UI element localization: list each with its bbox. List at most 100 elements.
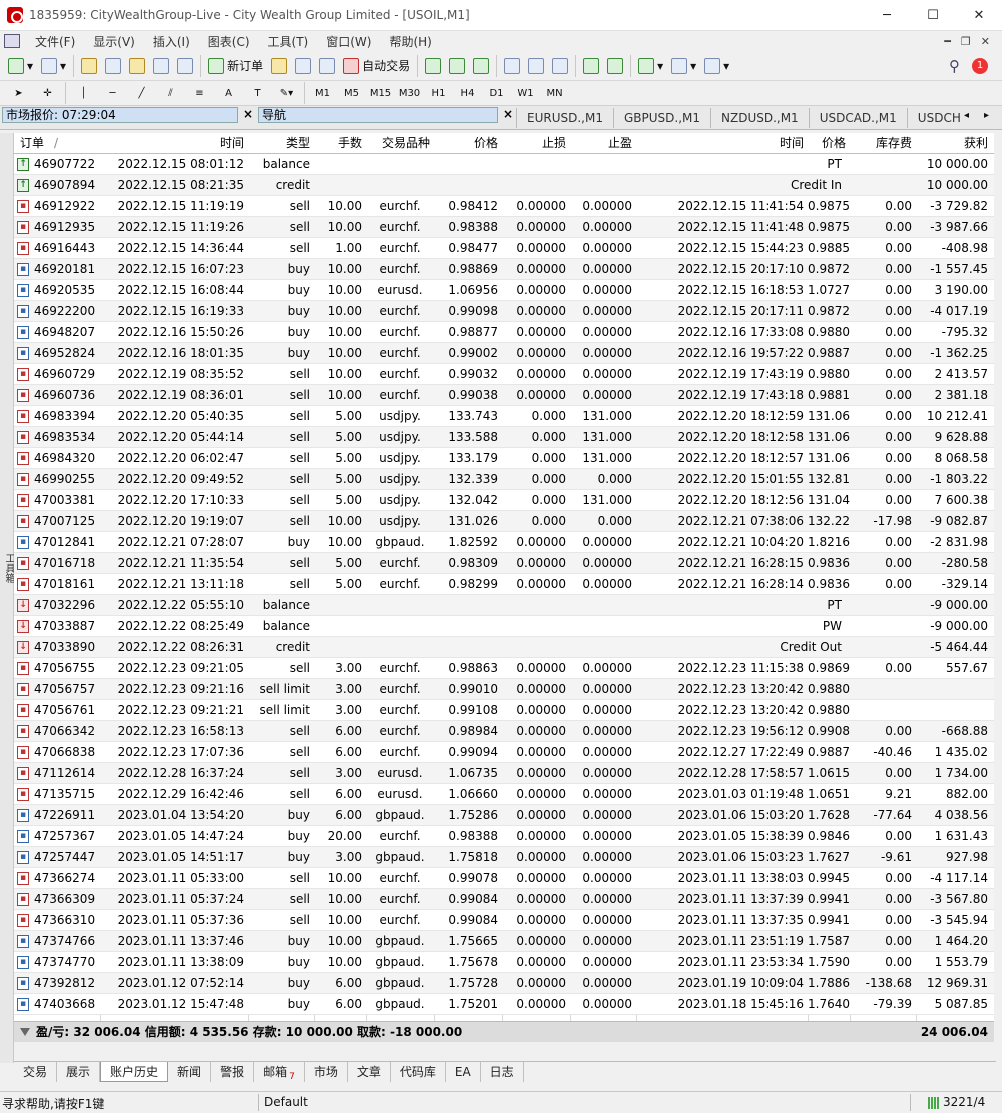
- column-header-lots[interactable]: 手数: [314, 133, 366, 154]
- tab-scroll-left-icon[interactable]: ◂: [964, 110, 969, 121]
- candle-chart-button[interactable]: [445, 55, 469, 77]
- column-header-swap[interactable]: 库存费: [850, 133, 916, 154]
- table-row[interactable]: ▪ 47056761 2022.12.23 09:21:21 sell limit 3.…: [14, 700, 994, 721]
- column-header-close-time[interactable]: 时间: [636, 133, 808, 154]
- strategy-tester-button[interactable]: [173, 55, 197, 77]
- bar-chart-button[interactable]: [421, 55, 445, 77]
- menu-file[interactable]: 文件(F): [26, 33, 84, 50]
- menu-insert[interactable]: 插入(I): [144, 33, 199, 50]
- chart-tab-eurusd[interactable]: EURUSD.,M1: [516, 108, 613, 128]
- navigator-close-icon[interactable]: ×: [503, 107, 513, 121]
- timeframe-m1[interactable]: M1: [308, 83, 337, 103]
- tab-experts[interactable]: EA: [446, 1062, 481, 1082]
- tab-exposure[interactable]: 展示: [57, 1062, 101, 1082]
- column-header-profit[interactable]: 获利: [916, 133, 992, 154]
- table-row[interactable]: ↓ 47033890 2022.12.22 08:26:31 credit Credit…: [14, 637, 994, 658]
- fibonacci-tool[interactable]: ≡: [185, 83, 214, 103]
- vertical-line-tool[interactable]: │: [69, 83, 98, 103]
- table-row[interactable]: ↑ 46907894 2022.12.15 08:21:35 credit Credit…: [14, 175, 994, 196]
- menu-tools[interactable]: 工具(T): [259, 33, 318, 50]
- table-row[interactable]: ▪ 47374766 2023.01.11 13:37:46 buy 10.00 gbpa…: [14, 931, 994, 952]
- crosshair-tool[interactable]: ✛: [33, 83, 62, 103]
- table-row[interactable]: ▪ 47226911 2023.01.04 13:54:20 buy 6.00 gbpau…: [14, 805, 994, 826]
- mdi-system-icon[interactable]: [4, 34, 20, 48]
- table-row[interactable]: ▪ 46952824 2022.12.16 18:01:35 buy 10.00 eurc…: [14, 343, 994, 364]
- menu-help[interactable]: 帮助(H): [380, 33, 440, 50]
- table-row[interactable]: ▪ 46960736 2022.12.19 08:36:01 sell 10.00 eur…: [14, 385, 994, 406]
- chart-tab-gbpusd[interactable]: GBPUSD.,M1: [612, 108, 710, 128]
- table-row[interactable]: ▪ 47066838 2022.12.23 17:07:36 sell 6.00 eurc…: [14, 742, 994, 763]
- text-tool[interactable]: A: [214, 83, 243, 103]
- table-row[interactable]: ▪ 46984320 2022.12.20 06:02:47 sell 5.00 usdj…: [14, 448, 994, 469]
- tab-mailbox[interactable]: 邮箱 7: [254, 1062, 305, 1082]
- table-row[interactable]: ▪ 47392812 2023.01.12 07:52:14 buy 6.00 gbpau…: [14, 973, 994, 994]
- templates-button[interactable]: ▾: [700, 55, 733, 77]
- terminal-button[interactable]: [149, 55, 173, 77]
- periods-button[interactable]: ▾: [667, 55, 700, 77]
- chart-shift-button[interactable]: [603, 55, 627, 77]
- table-row[interactable]: ▪ 46912922 2022.12.15 11:19:19 sell 10.00 eur…: [14, 196, 994, 217]
- market-watch-close-icon[interactable]: ×: [243, 107, 253, 121]
- column-header-stop-loss[interactable]: 止损: [502, 133, 570, 154]
- vps-button[interactable]: [315, 55, 339, 77]
- market-watch-button[interactable]: [77, 55, 101, 77]
- tile-windows-button[interactable]: [548, 55, 572, 77]
- table-row[interactable]: ▪ 46920181 2022.12.15 16:07:23 buy 10.00 eurc…: [14, 259, 994, 280]
- table-row[interactable]: ▪ 47016718 2022.12.21 11:35:54 sell 5.00 eurc…: [14, 553, 994, 574]
- tab-code-base[interactable]: 代码库: [391, 1062, 446, 1082]
- column-header-type[interactable]: 类型: [248, 133, 314, 154]
- timeframe-d1[interactable]: D1: [482, 83, 511, 103]
- auto-scroll-button[interactable]: [579, 55, 603, 77]
- column-header-open-time[interactable]: 时间: [100, 133, 248, 154]
- table-row[interactable]: ▪ 47257447 2023.01.05 14:51:17 buy 3.00 gbpau…: [14, 847, 994, 868]
- notification-icon[interactable]: 1: [972, 57, 988, 74]
- table-row[interactable]: ↑ 46907722 2022.12.15 08:01:12 balance PT 10 …: [14, 154, 994, 175]
- table-row[interactable]: ▪ 47366310 2023.01.11 05:37:36 sell 10.00 eur…: [14, 910, 994, 931]
- timeframe-m30[interactable]: M30: [395, 83, 424, 103]
- data-window-button[interactable]: [101, 55, 125, 77]
- line-chart-button[interactable]: [469, 55, 493, 77]
- table-row[interactable]: ▪ 46983394 2022.12.20 05:40:35 sell 5.00 usdj…: [14, 406, 994, 427]
- table-row[interactable]: ↓ 47032296 2022.12.22 05:55:10 balance PT -9 …: [14, 595, 994, 616]
- table-row[interactable]: ▪ 47012841 2022.12.21 07:28:07 buy 10.00 gbpa…: [14, 532, 994, 553]
- shapes-tool[interactable]: ✎▾: [272, 83, 301, 103]
- table-row[interactable]: ▪ 46920535 2022.12.15 16:08:44 buy 10.00 euru…: [14, 280, 994, 301]
- column-header-open-price[interactable]: 价格: [434, 133, 502, 154]
- table-row[interactable]: ▪ 46912935 2022.12.15 11:19:26 sell 10.00 eur…: [14, 217, 994, 238]
- timeframe-m5[interactable]: M5: [337, 83, 366, 103]
- chart-tab-nzdusd[interactable]: NZDUSD.,M1: [710, 108, 809, 128]
- tab-account-history[interactable]: 账户历史: [100, 1062, 169, 1082]
- mdi-minimize-icon[interactable]: ━: [944, 35, 951, 48]
- table-row[interactable]: ▪ 47366309 2023.01.11 05:37:24 sell 10.00 eur…: [14, 889, 994, 910]
- tab-trade[interactable]: 交易: [14, 1062, 58, 1082]
- timeframe-m15[interactable]: M15: [366, 83, 395, 103]
- chart-tab-usdchf[interactable]: USDCH: [906, 108, 971, 128]
- table-row[interactable]: ▪ 46990255 2022.12.20 09:49:52 sell 5.00 usdj…: [14, 469, 994, 490]
- new-order-button[interactable]: 新订单: [204, 55, 267, 77]
- timeframe-h4[interactable]: H4: [453, 83, 482, 103]
- navigator-button[interactable]: [125, 55, 149, 77]
- indicators-button[interactable]: ▾: [634, 55, 667, 77]
- tab-articles[interactable]: 文章: [348, 1062, 391, 1082]
- menu-view[interactable]: 显示(V): [84, 33, 144, 50]
- mdi-close-icon[interactable]: ✕: [981, 35, 990, 48]
- table-row[interactable]: ▪ 47007125 2022.12.20 19:19:07 sell 10.00 usd…: [14, 511, 994, 532]
- zoom-in-button[interactable]: [500, 55, 524, 77]
- tab-journal[interactable]: 日志: [481, 1062, 524, 1082]
- zoom-out-button[interactable]: [524, 55, 548, 77]
- menu-window[interactable]: 窗口(W): [317, 33, 380, 50]
- profiles-button[interactable]: ▾: [37, 55, 70, 77]
- minimize-button[interactable]: ─: [864, 0, 910, 31]
- table-row[interactable]: ▪ 47257367 2023.01.05 14:47:24 buy 20.00 eurc…: [14, 826, 994, 847]
- close-button[interactable]: ✕: [956, 0, 1002, 31]
- table-row[interactable]: ▪ 47366274 2023.01.11 05:33:00 sell 10.00 eur…: [14, 868, 994, 889]
- column-header-take-profit[interactable]: 止盈: [570, 133, 636, 154]
- channel-tool[interactable]: ⫽: [156, 83, 185, 103]
- column-header-close-price[interactable]: 价格: [808, 133, 850, 154]
- table-row[interactable]: ▪ 47403668 2023.01.12 15:47:48 buy 6.00 gbpau…: [14, 994, 994, 1015]
- table-row[interactable]: ▪ 47066342 2022.12.23 16:58:13 sell 6.00 eurc…: [14, 721, 994, 742]
- label-tool[interactable]: T: [243, 83, 272, 103]
- table-row[interactable]: ▪ 46960729 2022.12.19 08:35:52 sell 10.00 eur…: [14, 364, 994, 385]
- trendline-tool[interactable]: ╱: [127, 83, 156, 103]
- table-row[interactable]: ▪ 47056755 2022.12.23 09:21:05 sell 3.00 eurc…: [14, 658, 994, 679]
